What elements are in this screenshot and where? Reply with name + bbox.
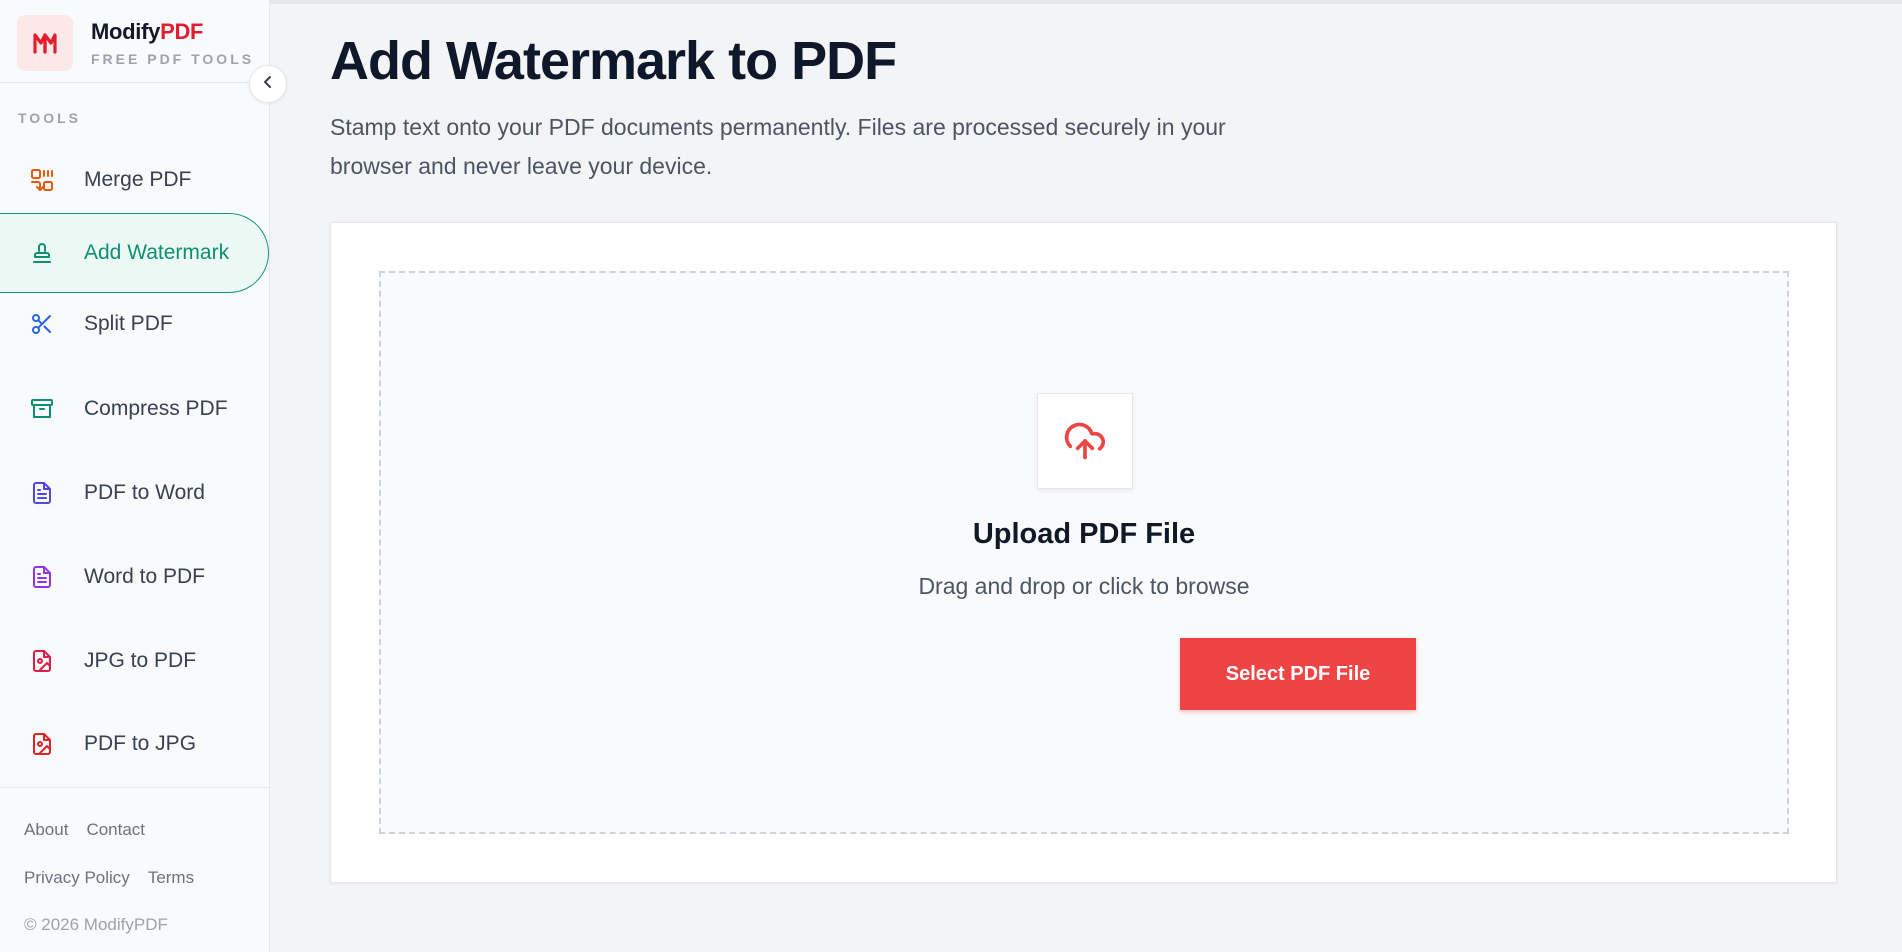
copyright: © 2026 ModifyPDF bbox=[24, 915, 168, 934]
scissors-icon bbox=[28, 310, 56, 338]
image-file-icon bbox=[28, 730, 56, 758]
sidebar-item-add-watermark[interactable]: Add Watermark bbox=[0, 213, 269, 293]
sidebar-item-jpg-to-pdf[interactable]: JPG to PDF bbox=[0, 621, 270, 701]
brand-name: ModifyPDF bbox=[91, 19, 204, 44]
sidebar-item-compress-pdf[interactable]: Compress PDF bbox=[0, 369, 270, 449]
logo-icon bbox=[17, 15, 73, 71]
footer-divider bbox=[0, 787, 270, 788]
top-border bbox=[0, 0, 1902, 4]
brand-tagline: FREE PDF TOOLS bbox=[91, 51, 255, 67]
sidebar-item-merge-pdf[interactable]: Merge PDF bbox=[0, 140, 270, 220]
document-icon bbox=[28, 563, 56, 591]
upload-cloud-icon bbox=[1037, 393, 1133, 489]
select-pdf-file-button[interactable]: Select PDF File bbox=[1180, 638, 1416, 710]
chevron-left-icon bbox=[261, 75, 275, 94]
divider bbox=[0, 82, 270, 83]
merge-icon bbox=[28, 166, 56, 194]
page-title: Add Watermark to PDF bbox=[330, 31, 897, 91]
stamp-icon bbox=[28, 239, 56, 267]
sidebar-item-pdf-to-jpg[interactable]: PDF to JPG bbox=[0, 704, 270, 784]
sidebar-item-pdf-to-word[interactable]: PDF to Word bbox=[0, 453, 270, 533]
sidebar: ModifyPDF FREE PDF TOOLS TOOLS Merge PDF… bbox=[0, 0, 270, 952]
footer-links-legal: Privacy Policy Terms bbox=[24, 868, 194, 888]
sidebar-item-word-to-pdf[interactable]: Word to PDF bbox=[0, 537, 270, 617]
upload-title: Upload PDF File bbox=[972, 518, 1196, 550]
file-dropzone[interactable]: Upload PDF File Drag and drop or click t… bbox=[379, 271, 1789, 834]
collapse-sidebar-button[interactable] bbox=[249, 65, 287, 103]
terms-link[interactable]: Terms bbox=[148, 868, 194, 888]
document-icon bbox=[28, 479, 56, 507]
brand[interactable]: ModifyPDF FREE PDF TOOLS bbox=[17, 15, 254, 71]
upload-card: Upload PDF File Drag and drop or click t… bbox=[330, 222, 1837, 883]
image-file-icon bbox=[28, 647, 56, 675]
sidebar-item-split-pdf[interactable]: Split PDF bbox=[0, 284, 270, 364]
page-description: Stamp text onto your PDF documents perma… bbox=[330, 114, 1226, 179]
contact-link[interactable]: Contact bbox=[86, 820, 145, 840]
archive-icon bbox=[28, 395, 56, 423]
upload-subtitle: Drag and drop or click to browse bbox=[918, 573, 1250, 599]
privacy-policy-link[interactable]: Privacy Policy bbox=[24, 868, 130, 888]
about-link[interactable]: About bbox=[24, 820, 68, 840]
footer-links-primary: About Contact bbox=[24, 820, 145, 840]
section-label-tools: TOOLS bbox=[18, 110, 81, 126]
